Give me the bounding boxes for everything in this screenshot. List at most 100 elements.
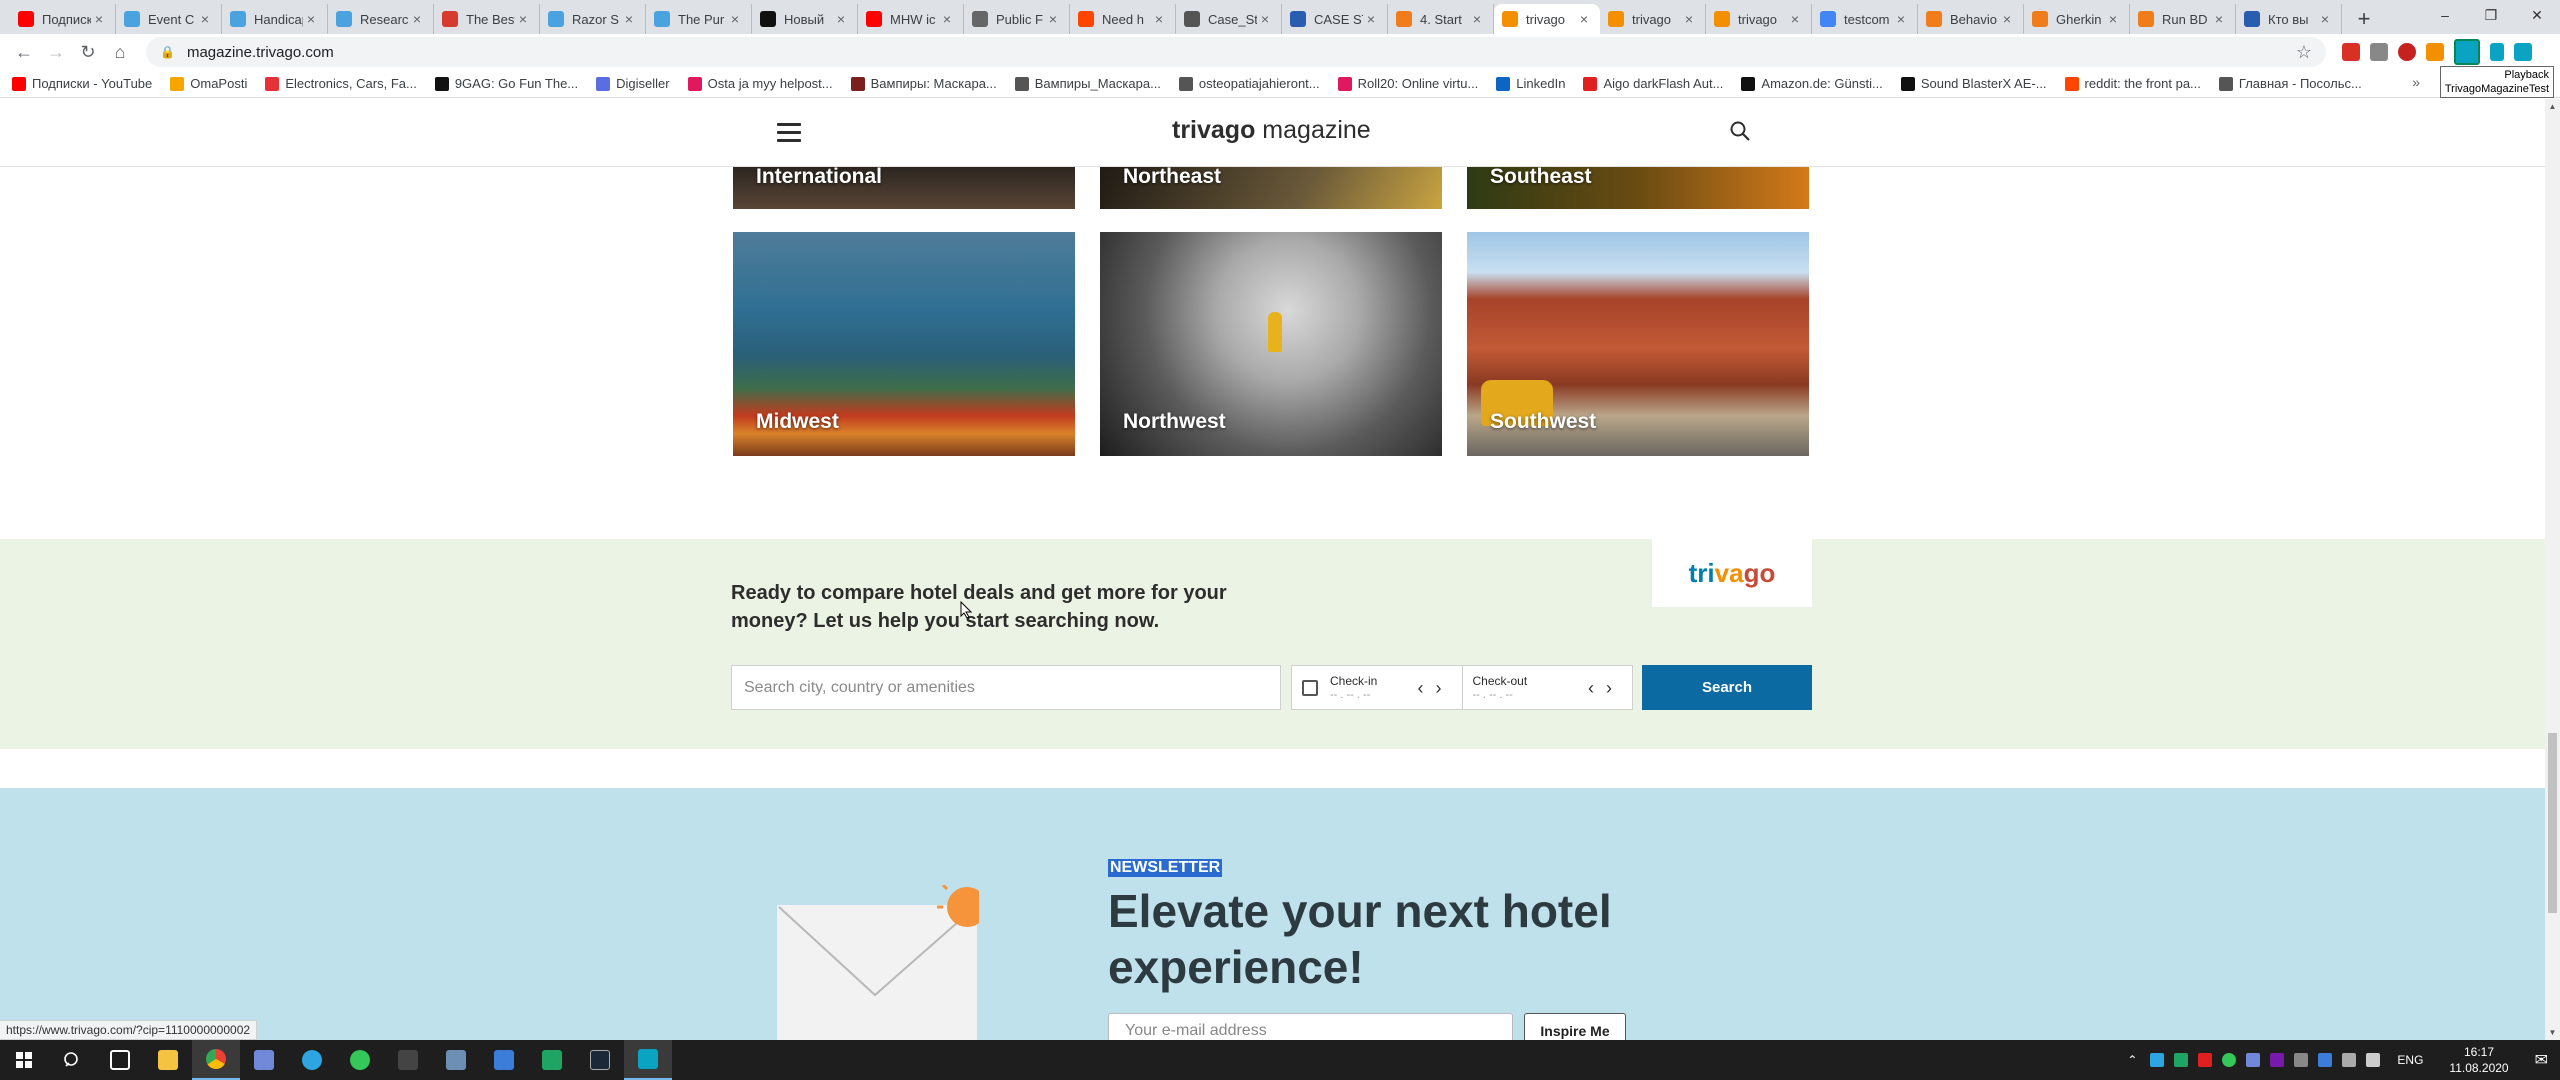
tab-close-icon[interactable]: × [1893, 11, 1909, 27]
forward-button[interactable]: → [40, 37, 72, 67]
region-card-southeast[interactable]: Southeast [1467, 167, 1809, 209]
checkout-field[interactable]: Check-out -- . -- . -- ‹› [1461, 666, 1633, 709]
bookmark-item[interactable]: Roll20: Online virtu... [1337, 76, 1478, 91]
task-view-button[interactable] [96, 1040, 144, 1080]
browser-tab[interactable]: The Best × [434, 4, 540, 34]
bookmark-item[interactable]: Osta ja myy helpost... [687, 76, 833, 91]
bookmark-item[interactable]: OmaPosti [170, 76, 247, 91]
bookmark-item[interactable]: Electronics, Cars, Fa... [265, 76, 417, 91]
search-button[interactable]: Search [1642, 665, 1812, 710]
bookmark-item[interactable]: Sound BlasterX AE-... [1900, 76, 2047, 91]
tab-close-icon[interactable]: × [2211, 11, 2227, 27]
app-taskbar-icon[interactable] [336, 1040, 384, 1080]
bookmark-item[interactable]: Подписки - YouTube [12, 76, 152, 91]
tab-close-icon[interactable]: × [1257, 11, 1273, 27]
tab-close-icon[interactable]: × [303, 11, 319, 27]
file-explorer-taskbar-icon[interactable] [144, 1040, 192, 1080]
checkout-arrows[interactable]: ‹› [1588, 678, 1624, 699]
tab-close-icon[interactable]: × [727, 11, 743, 27]
stop-icon[interactable] [2514, 43, 2532, 61]
region-card-southwest[interactable]: Southwest [1467, 232, 1809, 456]
tab-close-icon[interactable]: × [409, 11, 425, 27]
back-button[interactable]: ← [8, 37, 40, 67]
extension-icon[interactable] [2342, 43, 2360, 61]
browser-tab[interactable]: Кто вы × [2236, 4, 2342, 34]
browser-tab[interactable]: Новый × [752, 4, 858, 34]
extension-icon[interactable] [2370, 43, 2388, 61]
bookmark-item[interactable]: Aigo darkFlash Aut... [1583, 76, 1723, 91]
playback-app-taskbar-icon[interactable] [624, 1040, 672, 1080]
tab-close-icon[interactable]: × [91, 11, 107, 27]
notifications-icon[interactable]: ✉ [2535, 1050, 2548, 1070]
tab-close-icon[interactable]: × [1151, 11, 1167, 27]
browser-tab[interactable]: Razor S × [540, 4, 646, 34]
browser-tab[interactable]: Run BD × [2130, 4, 2236, 34]
maximize-button[interactable]: ❐ [2468, 0, 2514, 30]
tab-close-icon[interactable]: × [1681, 11, 1697, 27]
windows-start-button[interactable] [0, 1040, 48, 1080]
tray-icon[interactable] [2246, 1053, 2261, 1067]
bookmark-item[interactable]: Вампиры: Маскара... [850, 76, 997, 91]
menu-icon[interactable] [777, 123, 801, 142]
browser-tab[interactable]: testcom × [1812, 4, 1918, 34]
tab-close-icon[interactable]: × [1999, 11, 2015, 27]
trivago-logo[interactable]: trivago [1652, 539, 1812, 607]
destination-search-input[interactable]: Search city, country or amenities [731, 665, 1281, 710]
network-icon[interactable] [2342, 1053, 2357, 1067]
tab-close-icon[interactable]: × [1787, 11, 1803, 27]
checkin-arrows[interactable]: ‹› [1418, 678, 1454, 699]
bookmark-item[interactable]: Digiseller [596, 76, 670, 91]
tab-close-icon[interactable]: × [1576, 11, 1592, 27]
email-input[interactable]: Your e-mail address [1108, 1013, 1513, 1040]
scrollbar-thumb[interactable] [2548, 733, 2557, 913]
close-window-button[interactable]: ✕ [2514, 0, 2560, 30]
browser-tab[interactable]: 4. Start × [1388, 4, 1494, 34]
browser-tab[interactable]: Behavio × [1918, 4, 2024, 34]
bookmark-item[interactable]: LinkedIn [1496, 76, 1565, 91]
app-taskbar-icon[interactable] [432, 1040, 480, 1080]
tray-icon[interactable] [2270, 1053, 2285, 1067]
inspire-me-button[interactable]: Inspire Me [1524, 1013, 1626, 1040]
search-taskbar-button[interactable] [48, 1040, 96, 1080]
browser-tab[interactable]: Event C × [116, 4, 222, 34]
browser-tab[interactable]: The Pur × [646, 4, 752, 34]
tray-icon[interactable] [2222, 1053, 2237, 1067]
tab-close-icon[interactable]: × [833, 11, 849, 27]
bookmark-item[interactable]: osteopatiajahieront... [1178, 76, 1320, 91]
browser-tab[interactable]: Gherkin × [2024, 4, 2130, 34]
site-logo[interactable]: trivago magazine [1172, 116, 1371, 145]
app-taskbar-icon[interactable] [480, 1040, 528, 1080]
playback-extension-icon[interactable] [2454, 39, 2480, 65]
browser-tab[interactable]: trivago × [1600, 4, 1706, 34]
bookmark-star-icon[interactable]: ☆ [2296, 42, 2312, 63]
checkin-field[interactable]: Check-in -- . -- . -- ‹› [1292, 666, 1462, 709]
clock[interactable]: 16:17 11.08.2020 [2449, 1044, 2508, 1076]
tab-close-icon[interactable]: × [939, 11, 955, 27]
pause-icon[interactable] [2490, 43, 2504, 61]
tab-close-icon[interactable]: × [197, 11, 213, 27]
browser-tab[interactable]: Подписки× [10, 4, 116, 34]
tab-close-icon[interactable]: × [1045, 11, 1061, 27]
app-taskbar-icon[interactable] [384, 1040, 432, 1080]
region-card-northwest[interactable]: Northwest [1100, 232, 1442, 456]
tab-close-icon[interactable]: × [1363, 11, 1379, 27]
app-taskbar-icon[interactable] [528, 1040, 576, 1080]
volume-icon[interactable] [2366, 1053, 2381, 1067]
tray-icon[interactable] [2150, 1053, 2165, 1067]
address-bar[interactable]: 🔒 magazine.trivago.com ☆ [146, 37, 2326, 67]
browser-tab[interactable]: Case_St × [1176, 4, 1282, 34]
browser-tab[interactable]: Handicap× [222, 4, 328, 34]
tab-close-icon[interactable]: × [2317, 11, 2333, 27]
reload-button[interactable]: ↻ [72, 37, 104, 67]
new-tab-button[interactable]: + [2350, 4, 2378, 34]
region-card-midwest[interactable]: Midwest [733, 232, 1075, 456]
browser-tab[interactable]: trivago × [1494, 4, 1600, 34]
scroll-up-arrow[interactable]: ▲ [2545, 99, 2560, 114]
region-card-northeast[interactable]: Northeast [1100, 167, 1442, 209]
show-hidden-icons[interactable]: ⌃ [2127, 1053, 2137, 1067]
date-picker[interactable]: Check-in -- . -- . -- ‹› Check-out -- . … [1291, 665, 1633, 710]
browser-tab[interactable]: CASE ST× [1282, 4, 1388, 34]
tray-icon[interactable] [2294, 1053, 2309, 1067]
extension-icon[interactable] [2398, 43, 2416, 61]
browser-tab[interactable]: Research× [328, 4, 434, 34]
